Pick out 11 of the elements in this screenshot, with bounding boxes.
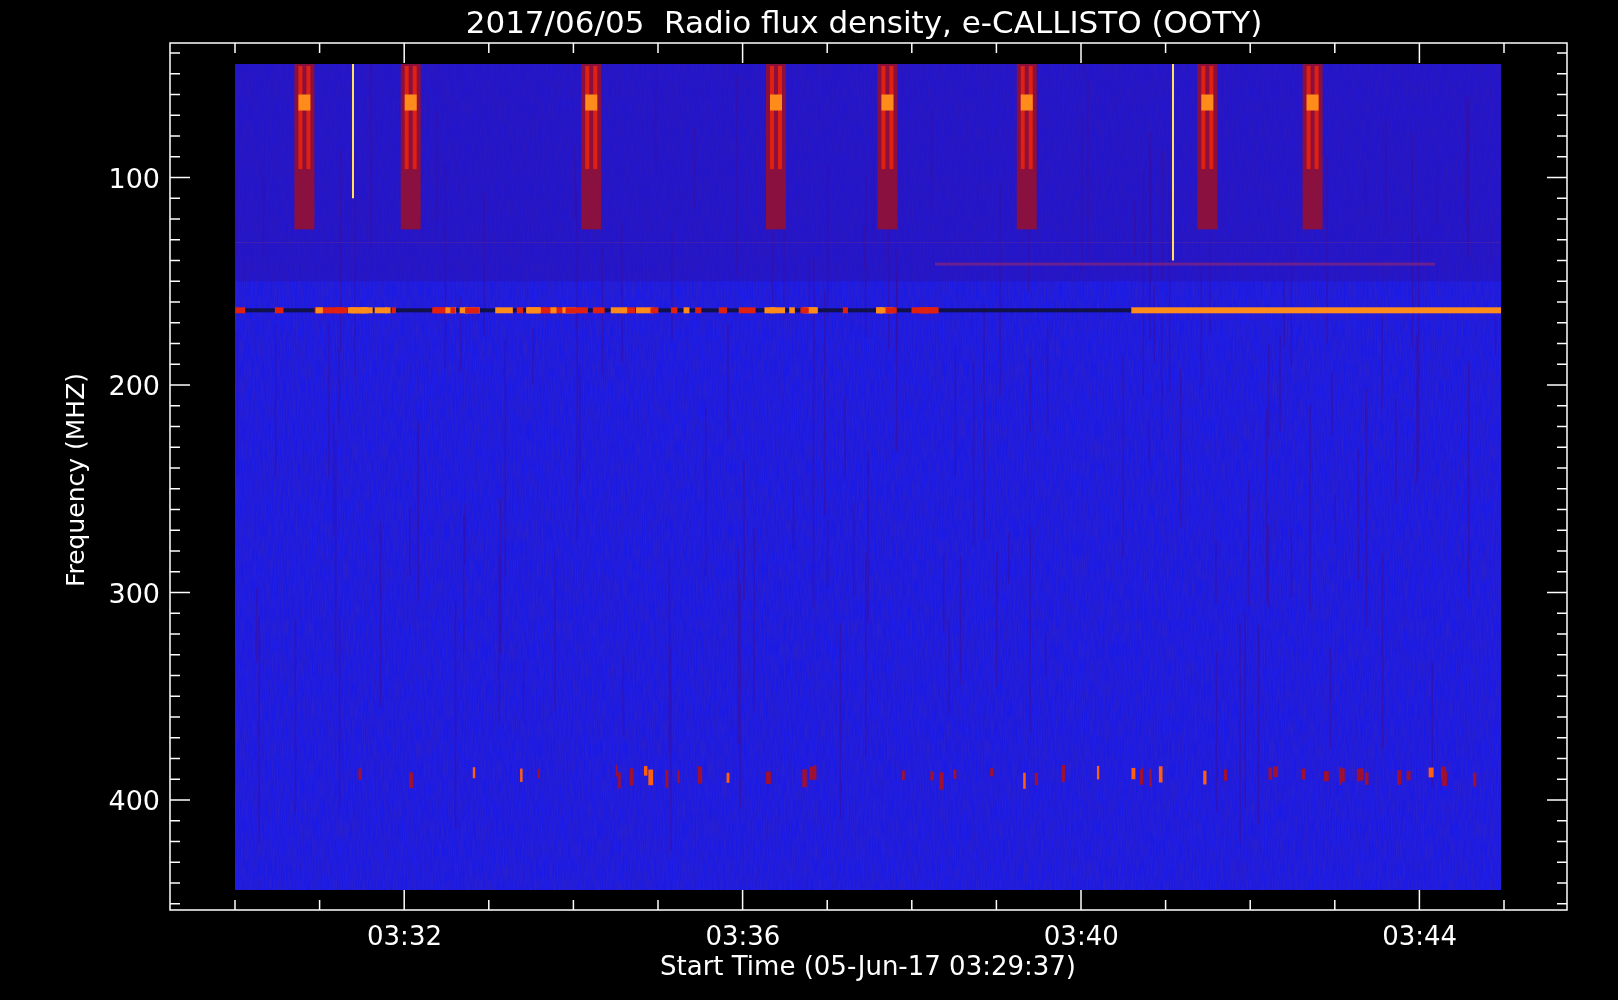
x-axis-label: Start Time (05-Jun-17 03:29:37) (660, 951, 1076, 981)
y-axis-label: Frequency (MHZ) (61, 372, 90, 588)
tick-label: 400 (108, 785, 160, 816)
tick-label: 03:32 (367, 921, 442, 951)
tick-label: 200 (108, 370, 160, 401)
tick-label: 03:44 (1382, 921, 1458, 951)
tick-label: 300 (108, 577, 160, 609)
tick-label: 03:40 (1043, 921, 1119, 951)
tick-label: 100 (108, 162, 160, 194)
tick-label: 03:36 (705, 921, 781, 951)
plot-title: 2017/06/05 Radio flux density, e-CALLISTO (OOTY) (465, 4, 1263, 40)
